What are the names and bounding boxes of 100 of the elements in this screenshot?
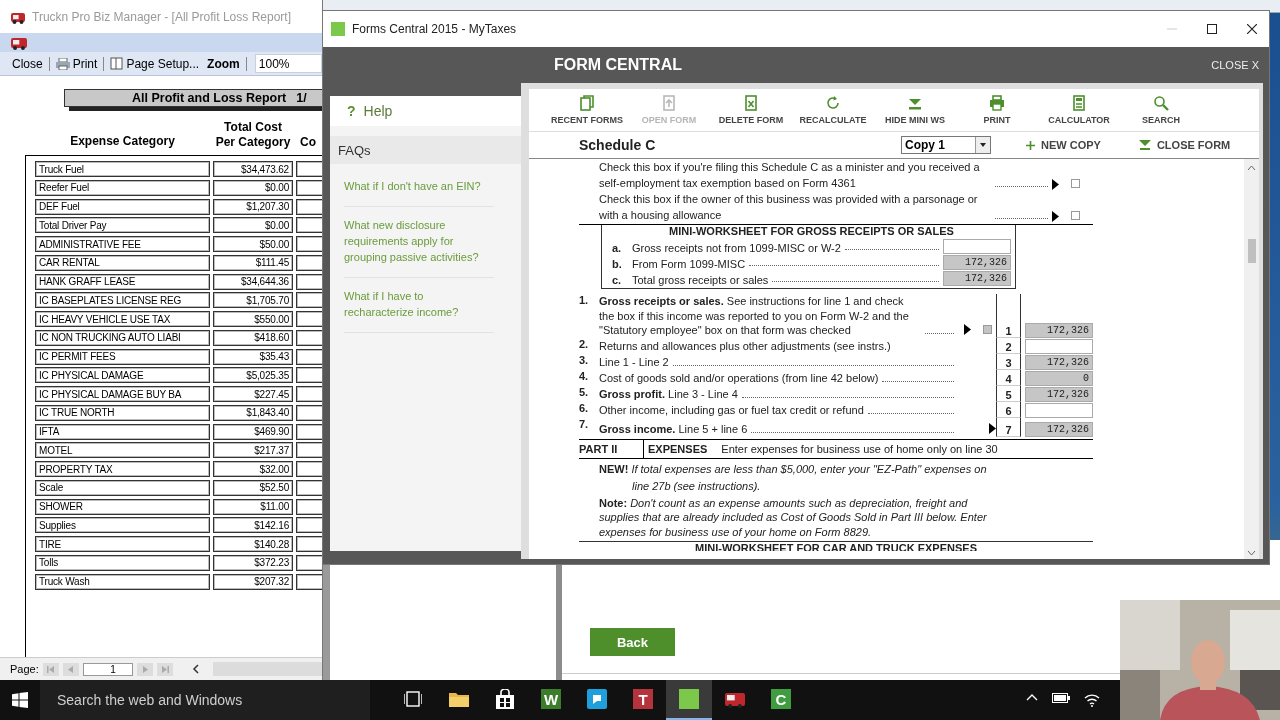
line-label: Cost of goods sold and/or operations (from line 42 below) bbox=[599, 371, 879, 386]
close-form-button[interactable]: CLOSE FORM bbox=[1138, 139, 1231, 151]
search-icon bbox=[1153, 95, 1169, 111]
table-cell: $469.90 bbox=[213, 423, 293, 440]
checkbox[interactable] bbox=[1071, 211, 1080, 220]
table-cell: IC HEAVY VEHICLE USE TAX bbox=[35, 311, 210, 327]
row-letter: c. bbox=[612, 274, 623, 286]
toolbar-button[interactable]: DELETE FORM bbox=[710, 89, 792, 131]
shopping-bag-icon bbox=[496, 689, 514, 709]
chat-bubble-icon bbox=[587, 689, 607, 709]
maximize-icon[interactable] bbox=[1207, 24, 1217, 34]
table-cell: Total Driver Pay bbox=[35, 217, 210, 234]
chevron-up-icon[interactable] bbox=[1026, 693, 1038, 701]
table-cell: Reefer Fuel bbox=[35, 179, 210, 196]
printer-icon bbox=[55, 57, 70, 70]
input-field[interactable] bbox=[1025, 402, 1093, 418]
page-label: Page: bbox=[10, 663, 39, 675]
search-field[interactable]: Search the web and Windows bbox=[40, 680, 370, 720]
zoom-field[interactable]: 100% bbox=[254, 54, 322, 73]
plus-icon bbox=[1026, 140, 1035, 150]
documents-icon bbox=[579, 95, 595, 111]
table-cell: $34,644.36 bbox=[213, 273, 293, 290]
table-cell: IC PERMIT FEES bbox=[35, 348, 210, 365]
battery-icon[interactable] bbox=[1052, 693, 1070, 703]
toolbar-button[interactable]: RECENT FORMS bbox=[546, 89, 628, 131]
report-title: All Profit and Loss Report bbox=[132, 91, 287, 105]
back-button[interactable]: Back bbox=[590, 628, 675, 656]
scroll-down-icon[interactable] bbox=[1247, 550, 1256, 556]
app-button[interactable]: W bbox=[528, 680, 574, 720]
page-setup-button[interactable]: Page Setup... bbox=[106, 56, 204, 71]
table-cell: IC TRUE NORTH bbox=[35, 404, 210, 421]
toolbar-button[interactable]: PRINT bbox=[956, 89, 1038, 131]
app-tile: W bbox=[541, 689, 561, 709]
table-cell: $11.00 bbox=[213, 498, 293, 515]
print-button[interactable]: Print bbox=[51, 56, 102, 71]
refresh-icon bbox=[825, 95, 841, 111]
note-text: Note: Don't count as an expense amounts such as depreciation, freight and supplies that are already included as Cost of Goods Sold in Part III below. Enter expenses for business use of your home on Form 8829. bbox=[599, 495, 988, 539]
table-cell: $372.23 bbox=[213, 554, 293, 571]
close-button[interactable]: Close bbox=[8, 56, 47, 71]
toolbar-button[interactable]: HIDE MINI WS bbox=[874, 89, 956, 131]
table-cell: $50.00 bbox=[213, 236, 293, 252]
line-label: Gross receipts or sales. See instructions for line 1 and check the box if this income was reported to you on Form W-2 and the "Statutory employee" box on that form was checked bbox=[599, 294, 910, 338]
faq-header: FAQs bbox=[330, 136, 521, 164]
app-button[interactable]: T bbox=[620, 680, 666, 720]
worksheet-title: MINI-WORKSHEET FOR GROSS RECEIPTS OR SALES bbox=[668, 225, 955, 238]
close-link[interactable]: CLOSE X bbox=[1211, 59, 1259, 71]
line-number: 2. bbox=[579, 337, 590, 350]
window-title: Truckn Pro Biz Manager - [All Profit Loss Report] bbox=[32, 9, 291, 24]
toolbar-button[interactable]: RECALCULATE bbox=[792, 89, 874, 131]
table-cell: $111.45 bbox=[213, 254, 293, 271]
wifi-icon[interactable] bbox=[1084, 693, 1100, 707]
input-field[interactable] bbox=[943, 239, 1011, 254]
help-link[interactable]: Help bbox=[363, 103, 393, 119]
table-cell: MOTEL bbox=[35, 442, 210, 459]
note-text: NEW! If total expenses are less than $5,000, enter your "EZ-Path" expenses on line 27b (see instructions). bbox=[599, 461, 988, 494]
input-field[interactable] bbox=[1025, 338, 1093, 354]
part-note: Enter expenses for business use of home only on line 30 bbox=[721, 442, 998, 455]
page-icon bbox=[110, 57, 124, 70]
folder-icon bbox=[449, 691, 469, 707]
copy-select[interactable]: Copy 1 bbox=[901, 136, 991, 154]
row-label: Total gross receipts or sales bbox=[632, 274, 769, 286]
column-header: Expense Category bbox=[69, 134, 176, 150]
table-cell: $5,025.35 bbox=[213, 367, 293, 384]
zoom-label: Zoom bbox=[206, 56, 241, 71]
page-heading: FORM CENTRAL bbox=[554, 56, 683, 74]
app-tile: C bbox=[771, 689, 791, 709]
table-cell: $217.37 bbox=[213, 442, 293, 459]
table-cell: IC NON TRUCKING AUTO LIABI bbox=[35, 329, 210, 346]
help-icon: ? bbox=[347, 103, 356, 119]
toolbar-button[interactable]: SEARCH bbox=[1120, 89, 1202, 131]
value-cell: 172,326 bbox=[1025, 386, 1093, 402]
close-icon[interactable] bbox=[1247, 24, 1257, 34]
arrow-icon bbox=[1052, 179, 1059, 190]
line-number: 1. bbox=[579, 294, 590, 306]
line-label: Line 1 - Line 2 bbox=[599, 355, 669, 370]
line-number: 5. bbox=[579, 385, 590, 398]
page-field[interactable]: 1 bbox=[82, 662, 133, 676]
checkbox[interactable] bbox=[1071, 179, 1080, 188]
scroll-up-icon[interactable] bbox=[1247, 165, 1256, 171]
line-box: 5 bbox=[996, 385, 1021, 402]
value-cell: 172,326 bbox=[1025, 421, 1093, 437]
start-icon[interactable] bbox=[12, 692, 28, 708]
new-copy-button[interactable]: NEW COPY bbox=[1026, 139, 1101, 151]
table-cell: $418.60 bbox=[213, 329, 293, 346]
table-cell: $52.50 bbox=[213, 479, 293, 496]
line-box: 3 bbox=[996, 353, 1021, 370]
table-cell: CAR RENTAL bbox=[35, 254, 210, 271]
table-cell: $1,705.70 bbox=[213, 292, 293, 309]
value-cell: 172,326 bbox=[1025, 354, 1093, 370]
table-cell: PROPERTY TAX bbox=[35, 461, 210, 477]
line-label: Gross income. Line 5 + line 6 bbox=[599, 422, 748, 437]
table-cell: $0.00 bbox=[213, 217, 293, 234]
table-cell: $1,207.30 bbox=[213, 198, 293, 215]
scroll-thumb[interactable] bbox=[1247, 239, 1256, 263]
table-cell: ADMINISTRATIVE FEE bbox=[35, 236, 210, 252]
value-cell: 172,326 bbox=[1025, 322, 1093, 338]
toolbar-button[interactable]: CALCULATOR bbox=[1038, 89, 1120, 131]
value-cell: 172,326 bbox=[943, 255, 1011, 270]
table-cell: IC PHYSICAL DAMAGE BUY BA bbox=[35, 386, 210, 402]
chevron-left-icon[interactable] bbox=[190, 663, 201, 675]
